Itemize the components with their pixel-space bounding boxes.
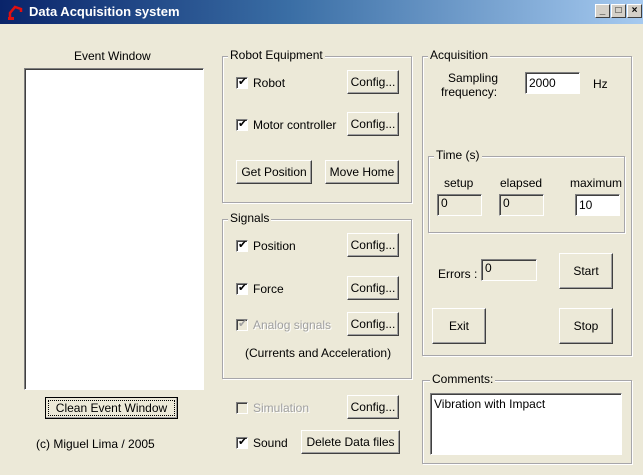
maximum-label: maximum [570,176,623,190]
force-config-button[interactable]: Config... [347,276,399,300]
clean-event-window-button[interactable]: Clean Event Window [45,397,178,419]
signals-label: Signals [228,211,272,225]
minimize-button[interactable]: _ [595,4,610,18]
simulation-label: Simulation [253,401,310,415]
checkmark-icon: ✔ [238,436,248,448]
checkmark-icon: ✔ [238,76,248,88]
checkmark-icon: ✔ [238,282,248,294]
analog-signals-checkbox[interactable]: ✔ [236,318,248,331]
analog-note: (Currents and Acceleration) [245,346,392,360]
checkmark-icon: ✔ [238,239,248,251]
simulation-config-button[interactable]: Config... [347,395,399,419]
position-config-button[interactable]: Config... [347,233,399,257]
sound-checkbox-label: Sound [253,436,288,450]
sampling-unit: Hz [593,77,608,91]
window-title: Data Acquisition system [29,4,180,19]
robot-config-button[interactable]: Config... [347,70,399,94]
title-bar[interactable]: Data Acquisition system _ □ × [0,0,643,24]
errors-field: 0 [481,259,537,281]
robot-checkbox-label: Robot [253,76,286,90]
setup-label: setup [444,176,474,190]
maximize-button[interactable]: □ [611,4,626,18]
simulation-checkbox[interactable] [236,402,248,414]
errors-label: Errors : [438,267,478,281]
move-home-button[interactable]: Move Home [325,160,399,184]
position-checkbox[interactable]: ✔ [236,239,248,252]
setup-time-field: 0 [437,194,482,216]
acquisition-label: Acquisition [428,48,491,62]
copyright-text: (c) Miguel Lima / 2005 [36,437,155,451]
analog-config-button[interactable]: Config... [347,312,399,336]
event-window-label: Event Window [74,49,151,63]
force-checkbox[interactable]: ✔ [236,282,248,295]
robot-checkbox[interactable]: ✔ [236,76,248,89]
maximum-time-input[interactable] [575,194,620,216]
exit-button[interactable]: Exit [432,308,486,344]
sampling-label-line2: frequency: [441,85,498,99]
motor-config-button[interactable]: Config... [347,112,399,136]
robot-equipment-label: Robot Equipment [228,48,325,62]
sound-checkbox[interactable]: ✔ [236,436,248,449]
get-position-button[interactable]: Get Position [236,160,312,184]
motor-controller-checkbox[interactable]: ✔ [236,118,248,131]
stop-button[interactable]: Stop [559,308,613,344]
close-button[interactable]: × [627,4,642,18]
delete-data-files-button[interactable]: Delete Data files [301,430,400,454]
force-checkbox-label: Force [253,282,284,296]
motor-controller-label: Motor controller [253,118,337,132]
time-label: Time (s) [434,148,482,162]
elapsed-label: elapsed [500,176,543,190]
elapsed-time-field: 0 [499,194,544,216]
start-button[interactable]: Start [559,253,613,289]
checkmark-icon: ✔ [238,118,248,130]
sampling-label-line1: Sampling [448,71,499,85]
checkmark-icon: ✔ [238,318,248,330]
event-window-list[interactable] [24,68,204,390]
comments-label: Comments: [430,372,496,386]
analog-signals-label: Analog signals [253,318,332,332]
main-window: Data Acquisition system _ □ × Event Wind… [0,0,643,475]
sampling-frequency-input[interactable] [525,72,580,94]
comments-textarea[interactable]: Vibration with Impact [430,393,622,455]
position-checkbox-label: Position [253,239,296,253]
robot-arm-icon [8,5,23,20]
